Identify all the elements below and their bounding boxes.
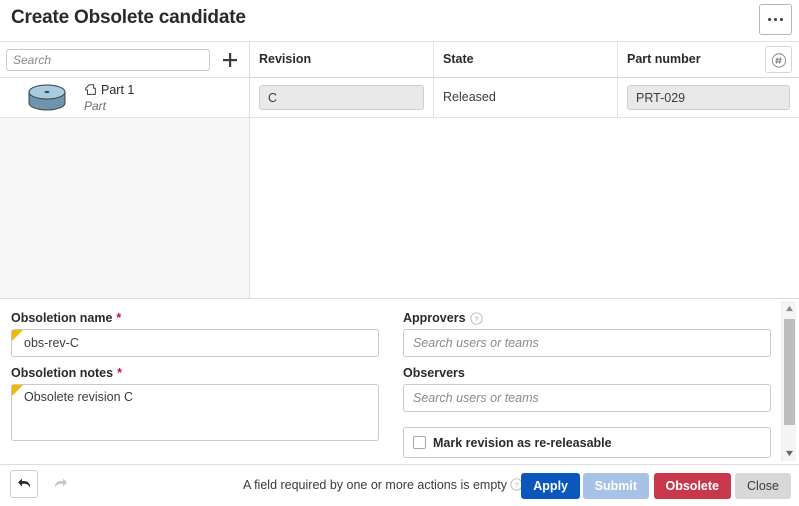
column-header-revision[interactable]: Revision xyxy=(250,42,433,77)
overflow-menu-button[interactable] xyxy=(759,4,792,35)
table-header-row: Revision State Part number xyxy=(250,42,799,78)
approvers-input[interactable] xyxy=(403,329,771,357)
re-releasable-label: Mark revision as re-releasable xyxy=(433,435,612,450)
plus-icon xyxy=(223,53,237,67)
observers-label-text: Observers xyxy=(403,366,465,380)
tree-item-labels: Part 1 Part xyxy=(84,82,134,113)
approvers-label-text: Approvers xyxy=(403,311,466,325)
close-button[interactable]: Close xyxy=(735,473,791,499)
obsoletion-notes-field-wrap xyxy=(11,384,379,444)
status-message: A field required by one or more actions … xyxy=(242,478,507,492)
scroll-up-button[interactable] xyxy=(782,301,797,316)
form-left-column: Obsoletion name * Obsoletion notes * xyxy=(11,311,379,453)
dialog-header: Create Obsolete candidate xyxy=(0,0,799,42)
submit-button[interactable]: Submit xyxy=(582,473,649,499)
ellipsis-icon xyxy=(768,18,783,21)
caret-down-icon xyxy=(786,450,793,457)
revision-table: Revision State Part number C Released PR… xyxy=(250,42,799,298)
create-obsolete-candidate-dialog: Create Obsolete candidate Search Part 1 … xyxy=(0,0,799,506)
required-asterisk: * xyxy=(116,311,122,325)
search-input[interactable] xyxy=(6,49,210,71)
question-icon[interactable]: ? xyxy=(469,311,483,325)
approvers-label: Approvers ? xyxy=(403,311,771,325)
tree-item-name: Part 1 xyxy=(101,83,135,97)
tree-toolbar xyxy=(0,42,249,78)
tree-empty-area xyxy=(0,118,249,296)
table-row[interactable]: Released xyxy=(250,78,799,118)
observers-label: Observers xyxy=(403,366,771,380)
part-cylinder-thumbnail xyxy=(24,82,70,114)
regenerate-number-button[interactable] xyxy=(765,46,792,73)
observers-input[interactable] xyxy=(403,384,771,412)
obsoletion-notes-label: Obsoletion notes * xyxy=(11,366,379,380)
page-title: Create Obsolete candidate xyxy=(11,7,246,28)
part-number-field[interactable] xyxy=(627,85,790,110)
undo-arrow-icon xyxy=(17,478,30,488)
caret-up-icon xyxy=(786,305,793,312)
table-empty-area xyxy=(250,118,799,297)
obsoletion-notes-label-text: Obsoletion notes xyxy=(11,366,114,380)
required-asterisk: * xyxy=(117,366,122,380)
tree-row[interactable]: Part 1 Part xyxy=(0,78,249,118)
re-releasable-checkbox[interactable] xyxy=(413,436,426,449)
obsoletion-name-field-wrap xyxy=(11,329,379,357)
column-header-state[interactable]: State xyxy=(434,42,617,77)
undo-button[interactable] xyxy=(10,470,38,498)
scroll-down-button[interactable] xyxy=(782,446,797,461)
tree-panel: Part 1 Part xyxy=(0,42,250,298)
tree-item-type: Part xyxy=(84,99,107,113)
apply-button[interactable]: Apply xyxy=(521,473,580,499)
scrollbar-thumb[interactable] xyxy=(784,319,795,425)
svg-text:?: ? xyxy=(514,480,518,489)
regenerate-number-icon xyxy=(771,52,786,68)
obsoletion-name-label-text: Obsoletion name xyxy=(11,311,113,325)
observers-field-wrap xyxy=(403,384,771,412)
redo-arrow-icon xyxy=(54,478,67,488)
redo-button xyxy=(46,470,74,498)
obsolete-button[interactable]: Obsolete xyxy=(653,473,731,499)
re-releasable-row[interactable]: Mark revision as re-releasable xyxy=(403,427,771,458)
obsoletion-name-label: Obsoletion name * xyxy=(11,311,379,325)
form-scrollbar[interactable] xyxy=(781,301,796,461)
obsoletion-notes-input[interactable] xyxy=(11,384,379,441)
add-item-button[interactable] xyxy=(220,50,240,70)
state-value: Released xyxy=(443,90,496,104)
approvers-field-wrap xyxy=(403,329,771,357)
form-right-column: Approvers ? Observers Mark revision as r… xyxy=(403,311,771,458)
part-icon xyxy=(85,84,96,95)
properties-form: Obsoletion name * Obsoletion notes * App… xyxy=(0,298,799,464)
obsoletion-name-input[interactable] xyxy=(11,329,379,357)
svg-text:?: ? xyxy=(474,314,479,323)
dialog-footer: A field required by one or more actions … xyxy=(0,464,799,506)
revision-field[interactable] xyxy=(259,85,424,110)
column-divider xyxy=(617,78,618,117)
